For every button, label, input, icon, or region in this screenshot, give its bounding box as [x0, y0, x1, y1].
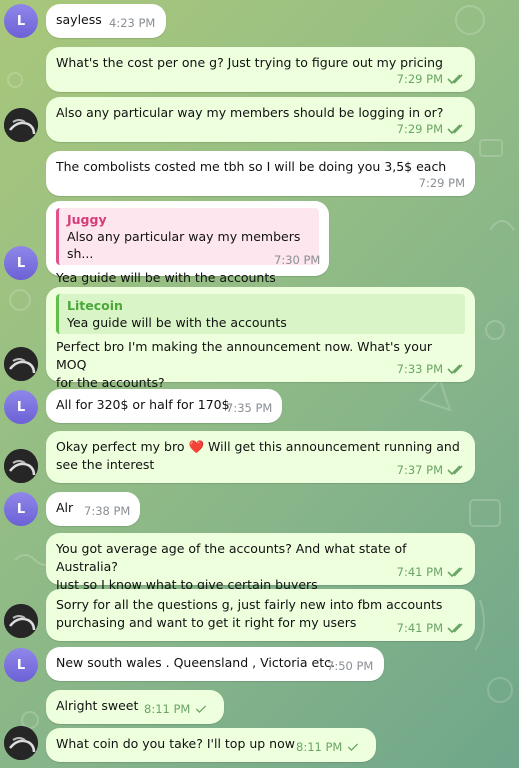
message-bubble[interactable]: What's the cost per one g? Just trying t…: [46, 47, 475, 92]
message-bubble[interactable]: New south wales . Queensland , Victoria …: [46, 647, 384, 681]
double-check-icon: [447, 623, 463, 634]
double-check-icon: [447, 465, 463, 476]
double-check-icon: [447, 124, 463, 135]
message-meta: 7:29 PM: [397, 120, 465, 138]
single-check-icon: [196, 705, 207, 713]
message-time: 7:29 PM: [396, 72, 443, 86]
message-bubble[interactable]: All for 320$ or half for 170$ 7:35 PM: [46, 389, 282, 423]
avatar[interactable]: [4, 604, 38, 638]
message-meta: 8:11 PM: [296, 738, 360, 756]
message-time: 7:35 PM: [226, 401, 273, 415]
message-time: 7:33 PM: [396, 362, 443, 376]
message-time: 7:29 PM: [396, 122, 443, 136]
avatar[interactable]: L: [4, 246, 38, 280]
message-time: 7:41 PM: [396, 565, 443, 579]
message-time: 7:38 PM: [84, 504, 131, 518]
message-meta: 7:37 PM: [397, 461, 465, 479]
message-meta: 7:41 PM: [397, 563, 465, 581]
avatar[interactable]: L: [4, 4, 38, 38]
avatar[interactable]: L: [4, 648, 38, 682]
message-text: Yea guide will be with the accounts: [56, 270, 276, 285]
message-meta: 7:29 PM: [397, 70, 465, 88]
avatar[interactable]: [4, 726, 38, 760]
message-bubble[interactable]: sayless 4:23 PM: [46, 4, 166, 38]
message-time: 7:29 PM: [418, 176, 465, 190]
message-time: 8:11 PM: [144, 702, 191, 716]
message-bubble[interactable]: You got average age of the accounts? And…: [46, 533, 475, 592]
reply-author: Litecoin: [67, 298, 123, 313]
message-bubble[interactable]: Litecoin Yea guide will be with the acco…: [46, 287, 475, 390]
avatar[interactable]: [4, 347, 38, 381]
message-time: 7:37 PM: [396, 463, 443, 477]
message-time: 7:50 PM: [327, 659, 374, 673]
message-meta: 7:41 PM: [397, 619, 465, 637]
single-check-icon: [348, 743, 359, 751]
user-photo-icon: [4, 347, 38, 381]
message-bubble[interactable]: Juggy Also any particular way my members…: [46, 201, 329, 285]
user-photo-icon: [4, 449, 38, 483]
avatar[interactable]: [4, 108, 38, 142]
message-meta: 7:29 PM: [419, 174, 465, 192]
reply-author: Juggy: [67, 212, 107, 227]
message-bubble[interactable]: What coin do you take? I'll top up now 8…: [46, 728, 376, 762]
message-time: 8:11 PM: [296, 740, 343, 754]
message-time: 7:41 PM: [396, 621, 443, 635]
user-photo-icon: [4, 108, 38, 142]
message-time: 4:23 PM: [109, 16, 156, 30]
avatar[interactable]: L: [4, 390, 38, 424]
heart-emoji-icon: ❤️: [188, 439, 205, 454]
user-photo-icon: [4, 604, 38, 638]
user-photo-icon: [4, 726, 38, 760]
message-bubble[interactable]: Sorry for all the questions g, just fair…: [46, 589, 475, 641]
message-bubble[interactable]: Also any particular way my members shoul…: [46, 97, 475, 142]
double-check-icon: [447, 364, 463, 375]
double-check-icon: [447, 567, 463, 578]
avatar[interactable]: L: [4, 492, 38, 526]
reply-text: Yea guide will be with the accounts: [67, 315, 287, 330]
message-bubble[interactable]: Okay perfect my bro ❤️ Will get this ann…: [46, 431, 475, 483]
double-check-icon: [447, 74, 463, 85]
message-bubble[interactable]: Alr 7:38 PM: [46, 492, 140, 526]
message-text-line: Sorry for all the questions g, just fair…: [56, 597, 443, 612]
message-meta: 8:11 PM: [144, 700, 208, 718]
reply-quote[interactable]: Litecoin Yea guide will be with the acco…: [56, 294, 465, 334]
message-text: The combolists costed me tbh so I will b…: [56, 159, 447, 174]
message-bubble[interactable]: Alright sweet 8:11 PM: [46, 690, 224, 724]
message-time: 7:30 PM: [274, 253, 321, 267]
message-text-line: Okay perfect my bro ❤️ Will get this ann…: [56, 439, 460, 454]
avatar[interactable]: [4, 449, 38, 483]
message-meta: 7:33 PM: [397, 360, 465, 378]
message-bubble[interactable]: The combolists costed me tbh so I will b…: [46, 151, 475, 196]
